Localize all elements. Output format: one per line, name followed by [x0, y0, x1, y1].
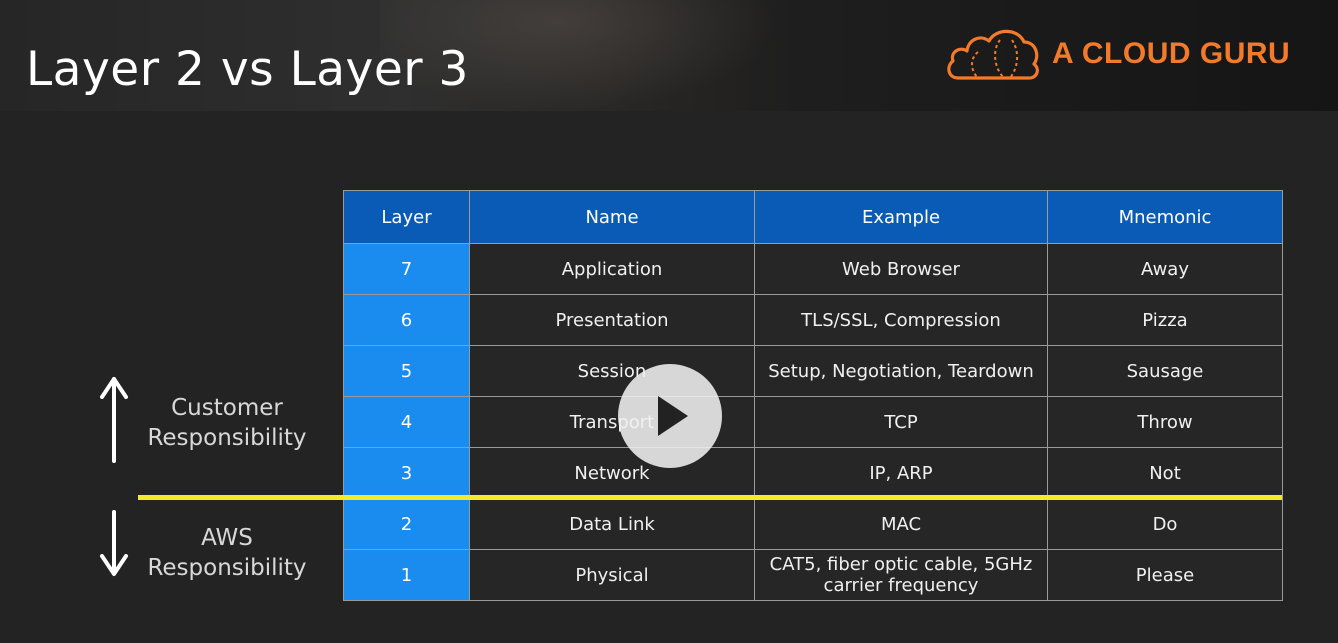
layer-mnemonic: Away	[1047, 243, 1283, 295]
layer-name: Presentation	[469, 294, 755, 346]
table-row: 5 Session Setup, Negotiation, Teardown S…	[343, 345, 1283, 397]
layer-mnemonic: Do	[1047, 498, 1283, 550]
layer-example: CAT5, fiber optic cable, 5GHz carrier fr…	[754, 549, 1048, 601]
up-arrow-icon	[100, 377, 128, 463]
layer-mnemonic: Throw	[1047, 396, 1283, 448]
table-row: 1 Physical CAT5, fiber optic cable, 5GHz…	[343, 549, 1283, 601]
layer-name: Application	[469, 243, 755, 295]
layer-number: 6	[343, 294, 470, 346]
layer-mnemonic: Sausage	[1047, 345, 1283, 397]
layer-number: 4	[343, 396, 470, 448]
cloud-logo-icon	[947, 29, 1039, 80]
layer-example: MAC	[754, 498, 1048, 550]
layer-number: 1	[343, 549, 470, 601]
layer-mnemonic: Pizza	[1047, 294, 1283, 346]
layer-name: Data Link	[469, 498, 755, 550]
brand-logo: A CLOUD GURU	[944, 26, 1290, 82]
responsibility-divider-line	[138, 495, 1282, 500]
layer-mnemonic: Not	[1047, 447, 1283, 499]
slide-header: Layer 2 vs Layer 3 A CLOUD GURU	[0, 0, 1338, 111]
table-header-row: Layer Name Example Mnemonic	[343, 190, 1283, 244]
aws-responsibility-label: AWS Responsibility	[132, 523, 322, 583]
down-arrow-icon	[100, 510, 128, 576]
play-icon	[658, 396, 688, 436]
osi-layers-table: Layer Name Example Mnemonic 7 Applicatio…	[343, 190, 1283, 601]
layer-number: 5	[343, 345, 470, 397]
layer-name: Network	[469, 447, 755, 499]
table-row: 4 Transport TCP Throw	[343, 396, 1283, 448]
customer-label-line1: Customer	[171, 395, 283, 421]
layer-example: TCP	[754, 396, 1048, 448]
layer-example-line2: carrier frequency	[823, 575, 979, 596]
column-header-mnemonic: Mnemonic	[1047, 190, 1283, 244]
aws-label-line2: Responsibility	[147, 555, 307, 581]
brand-name: A CLOUD GURU	[1052, 37, 1291, 70]
column-header-layer: Layer	[343, 190, 470, 244]
layer-number: 3	[343, 447, 470, 499]
table-row: 7 Application Web Browser Away	[343, 243, 1283, 295]
aws-label-line1: AWS	[201, 525, 253, 551]
layer-example: TLS/SSL, Compression	[754, 294, 1048, 346]
column-header-example: Example	[754, 190, 1048, 244]
customer-responsibility-label: Customer Responsibility	[132, 393, 322, 453]
customer-label-line2: Responsibility	[147, 425, 307, 451]
slide-title: Layer 2 vs Layer 3	[26, 42, 469, 97]
layer-example: IP, ARP	[754, 447, 1048, 499]
layer-example: Setup, Negotiation, Teardown	[754, 345, 1048, 397]
table-row: 6 Presentation TLS/SSL, Compression Pizz…	[343, 294, 1283, 346]
column-header-name: Name	[469, 190, 755, 244]
layer-number: 2	[343, 498, 470, 550]
layer-example-line1: CAT5, fiber optic cable, 5GHz	[769, 554, 1033, 575]
layer-number: 7	[343, 243, 470, 295]
layer-example: Web Browser	[754, 243, 1048, 295]
layer-mnemonic: Please	[1047, 549, 1283, 601]
table-row: 3 Network IP, ARP Not	[343, 447, 1283, 499]
table-row: 2 Data Link MAC Do	[343, 498, 1283, 550]
layer-name: Physical	[469, 549, 755, 601]
play-button[interactable]	[618, 364, 722, 468]
